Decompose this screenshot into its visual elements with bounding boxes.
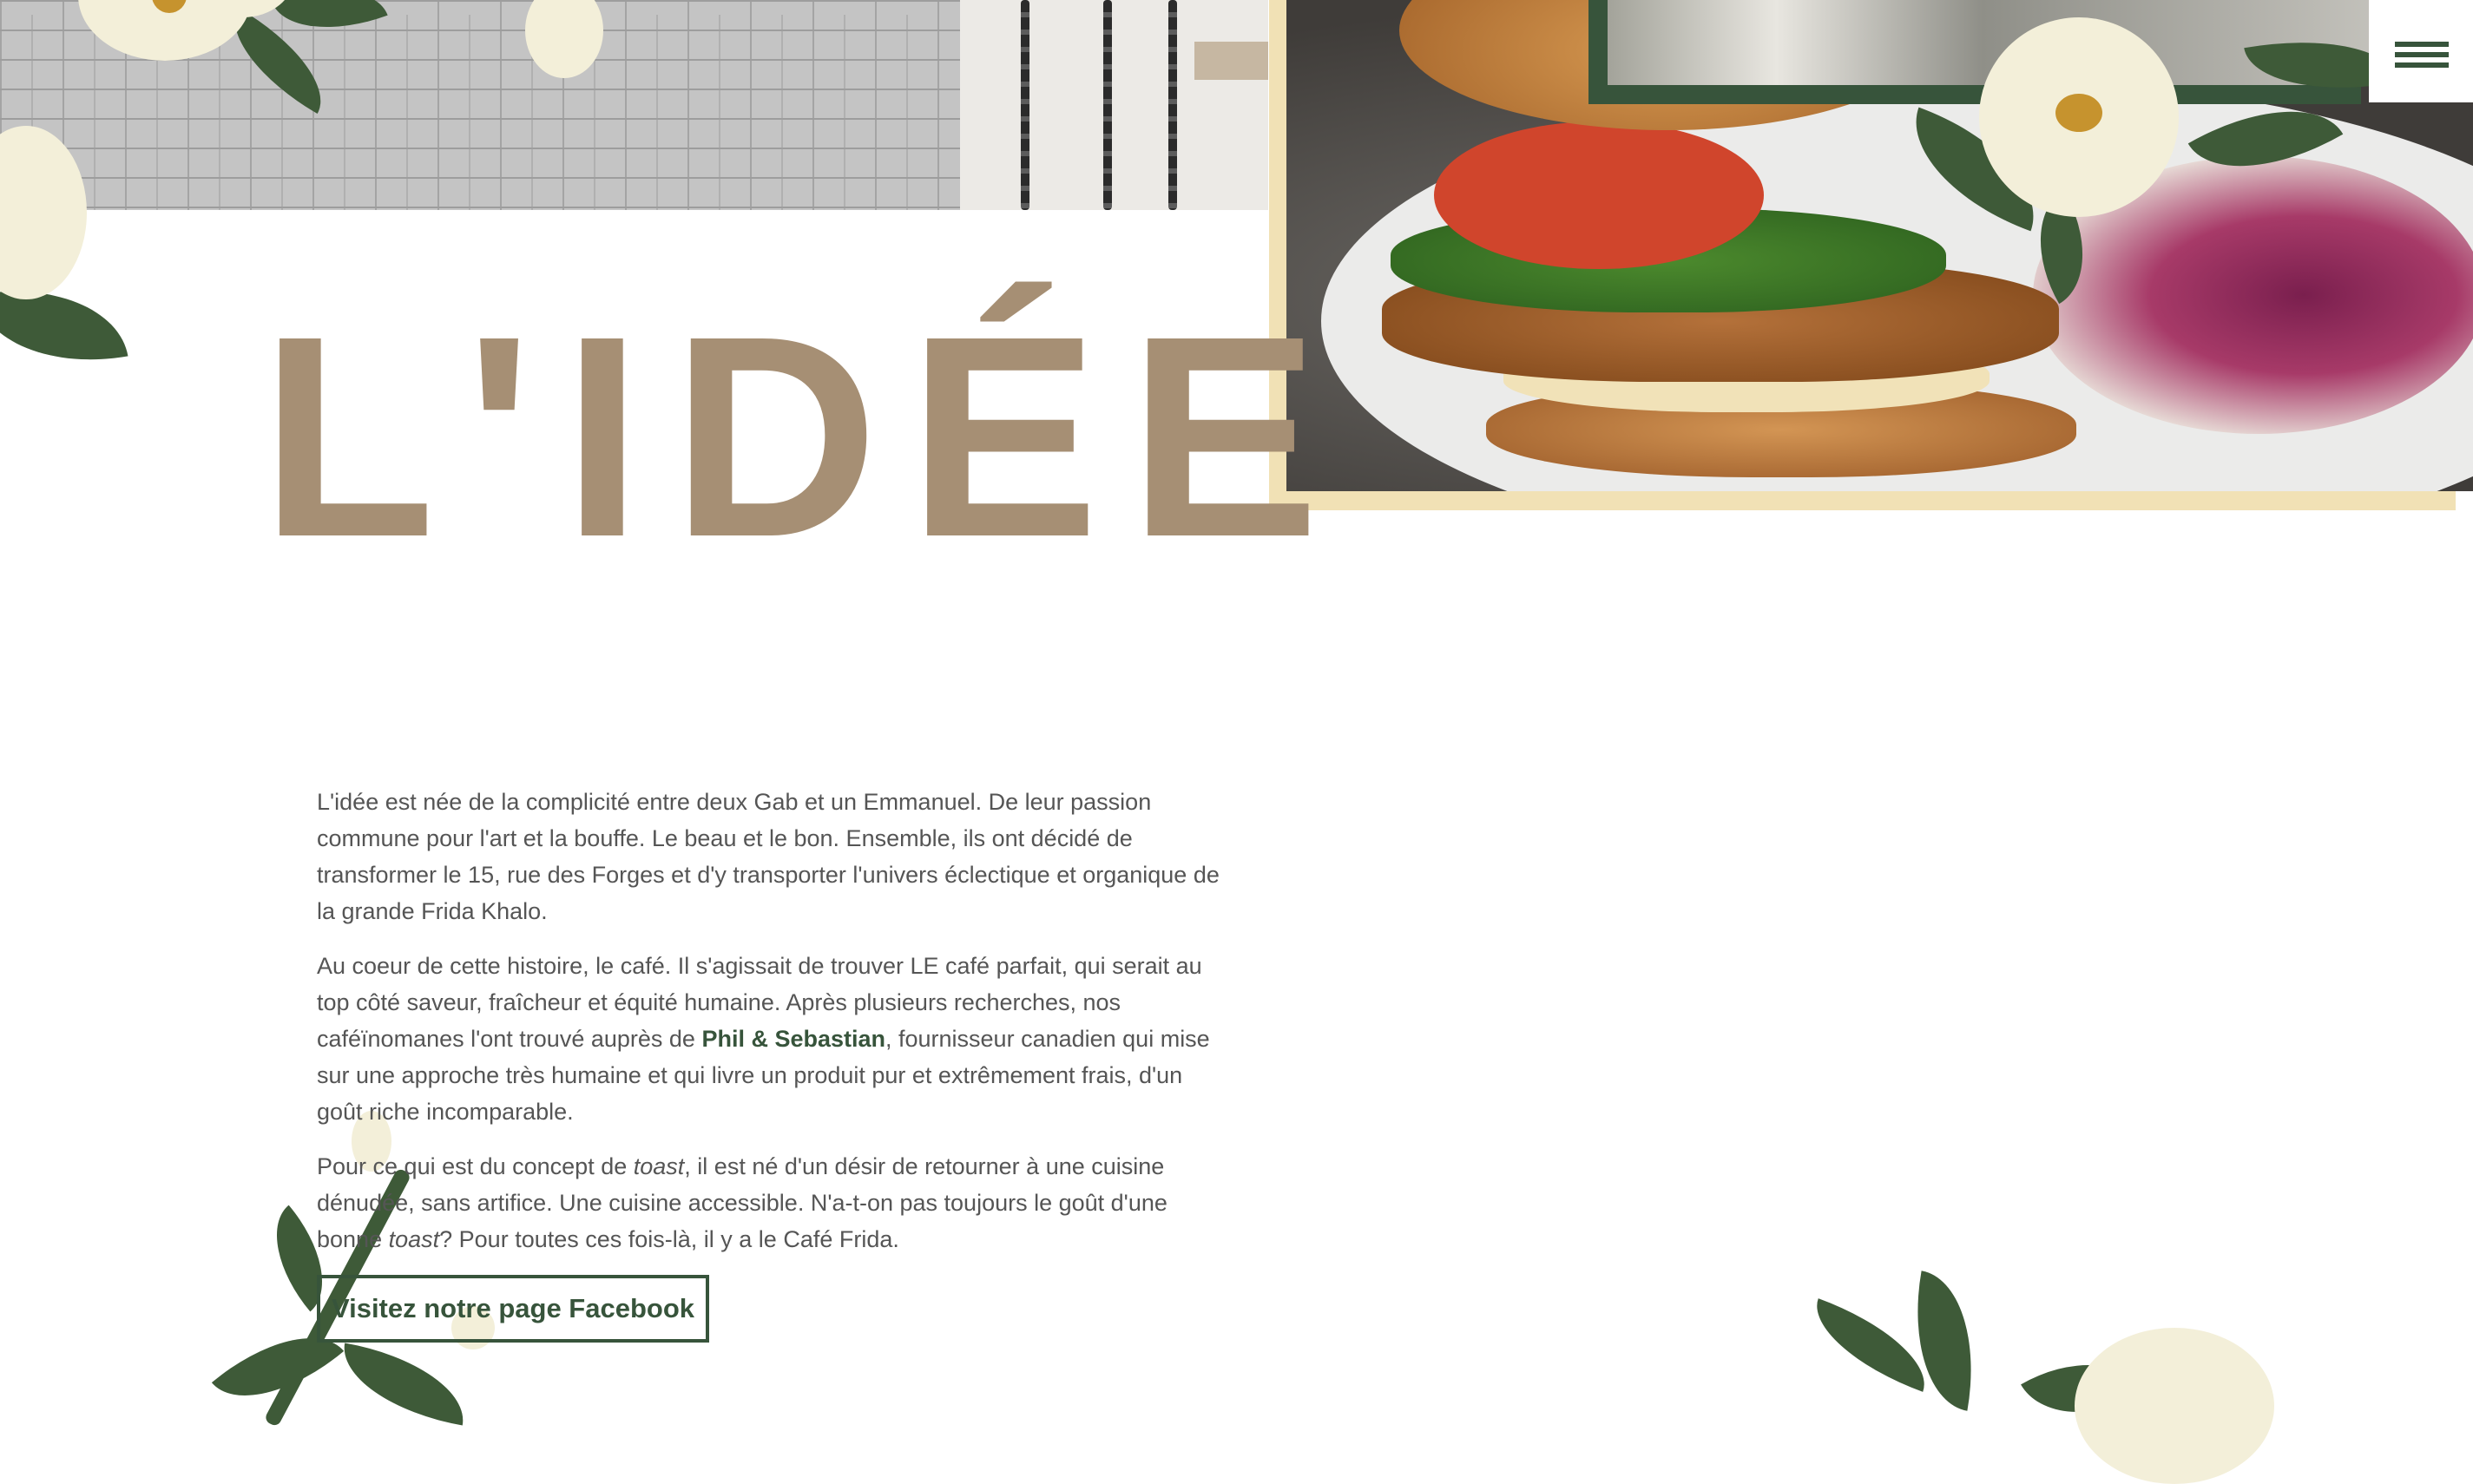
macrame-rope <box>1103 0 1112 210</box>
flower-petals <box>0 126 87 299</box>
tomato <box>1434 121 1764 269</box>
flower-petals <box>2075 1328 2274 1484</box>
paragraph-origin: L'idée est née de la complicité entre de… <box>317 789 1220 924</box>
about-text: L'idée est née de la complicité entre de… <box>317 784 1220 1276</box>
paragraph-coffee: Au coeur de cette histoire, le café. Il … <box>317 948 1220 1130</box>
paragraph-toast: Pour ce qui est du concept de toast, il … <box>317 1148 1220 1257</box>
macrame-rope <box>1021 0 1029 210</box>
menu-button[interactable] <box>2369 0 2473 102</box>
shelf <box>1194 42 1268 80</box>
leaf <box>334 1343 473 1426</box>
leaf <box>1898 1271 1990 1411</box>
page-title: L'IDÉE <box>260 276 1350 596</box>
toast-emphasis: toast <box>633 1153 685 1179</box>
facebook-page-button[interactable]: Visitez notre page Facebook <box>317 1275 709 1343</box>
leaf <box>272 0 388 51</box>
toast-emphasis: toast <box>388 1226 440 1252</box>
macrame-panel <box>960 0 1268 210</box>
paragraph-text: Pour ce qui est du concept de <box>317 1153 634 1179</box>
phil-sebastian-link[interactable]: Phil & Sebastian <box>701 1026 885 1052</box>
flower-center <box>2055 94 2102 132</box>
paragraph-text: ? Pour toutes ces fois-là, il y a le Caf… <box>439 1226 899 1252</box>
macrame-rope <box>1168 0 1177 210</box>
flower-decoration-bottom-right <box>1788 1258 2326 1484</box>
leaf <box>2187 74 2344 204</box>
flower-decoration-left <box>0 126 128 386</box>
